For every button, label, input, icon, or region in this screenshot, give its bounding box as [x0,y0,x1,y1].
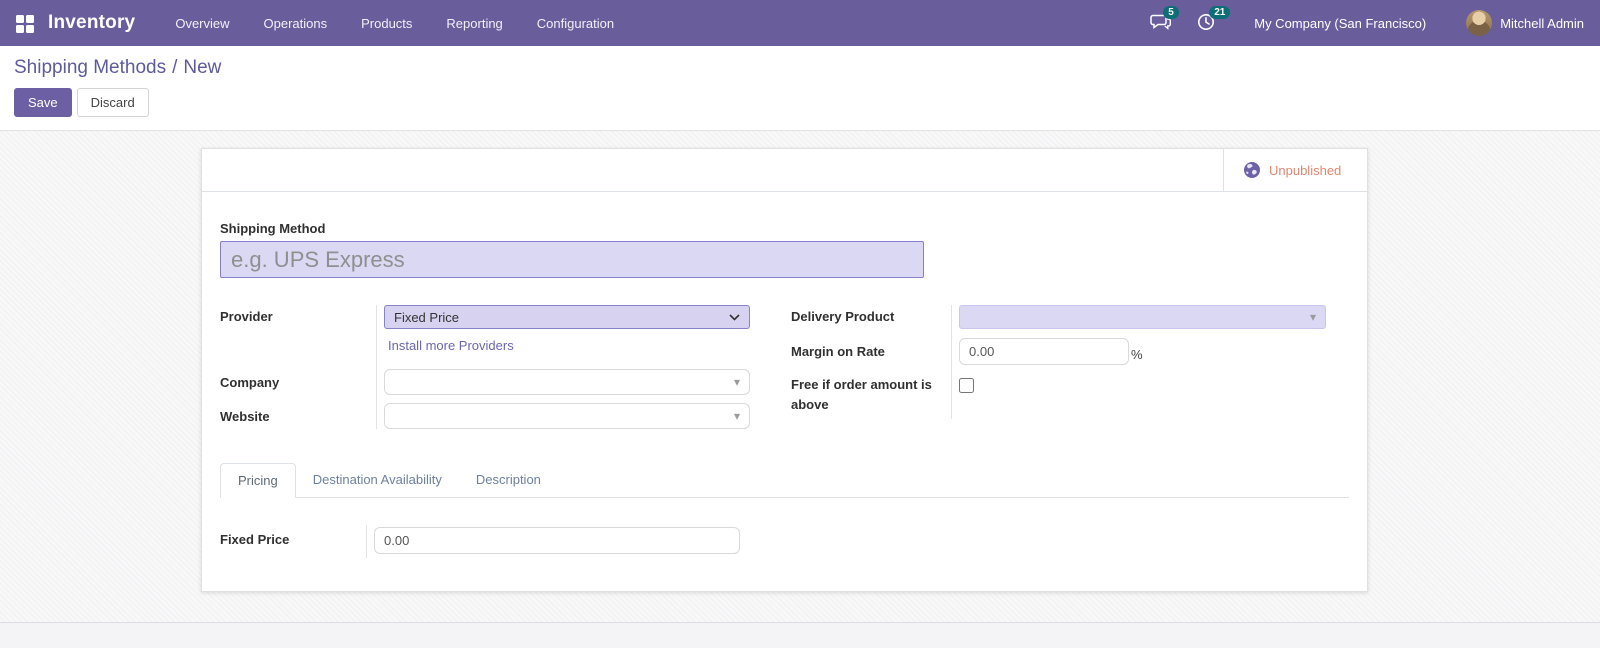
fixed-price-input[interactable] [374,527,740,554]
apps-grid-icon[interactable] [16,15,33,32]
install-more-providers-link[interactable]: Install more Providers [384,329,514,361]
provider-label: Provider [220,305,376,329]
pricing-tab-pane: Fixed Price [220,525,1349,558]
provider-value: Fixed Price [394,310,459,325]
menu-operations[interactable]: Operations [264,16,328,31]
control-panel: Shipping Methods / New Save Discard [0,46,1600,131]
provider-select[interactable]: Fixed Price [384,305,750,329]
user-name: Mitchell Admin [1500,16,1584,31]
company-label: Company [220,361,376,395]
left-group: Provider Fixed Price [220,305,749,429]
breadcrumb: Shipping Methods / New [14,57,1600,79]
notebook-tabs: Pricing Destination Availability Descrip… [220,463,1349,498]
main-menus: Overview Operations Products Reporting C… [175,16,614,31]
percent-suffix: % [1131,341,1143,362]
save-button[interactable]: Save [14,88,72,117]
fixed-price-row: Fixed Price [220,525,1349,558]
menu-configuration[interactable]: Configuration [537,16,614,31]
activities-badge: 21 [1209,6,1230,19]
form-sheet: Unpublished Shipping Method Provider Fix… [201,148,1368,592]
user-menu[interactable]: Mitchell Admin [1466,10,1584,36]
free-if-order-checkbox[interactable] [959,378,974,393]
margin-on-rate-label: Margin on Rate [791,329,951,365]
delivery-product-label: Delivery Product [791,305,951,329]
margin-on-rate-input[interactable] [959,338,1129,365]
company-field[interactable]: ▾ [384,369,750,395]
grid-square [26,25,34,33]
shipping-method-block: Shipping Method [220,221,1349,278]
website-row: Website ▾ [220,395,749,429]
tab-destination-availability[interactable]: Destination Availability [296,463,459,497]
caret-down-icon: ▾ [734,376,740,388]
caret-down-icon: ▾ [1310,311,1316,323]
grid-square [16,25,24,33]
delivery-product-row: Delivery Product ▾ [791,305,1336,329]
sheet-body: Shipping Method Provider Fixed Price [202,221,1367,558]
caret-down-icon: ▾ [734,410,740,422]
shipping-method-label: Shipping Method [220,221,1349,236]
control-panel-buttons: Save Discard [14,88,1600,117]
tab-pricing[interactable]: Pricing [220,463,296,498]
fixed-price-label: Fixed Price [220,525,366,558]
app-name[interactable]: Inventory [48,12,135,34]
form-groups: Provider Fixed Price [220,305,1349,429]
content-area: Unpublished Shipping Method Provider Fix… [0,131,1600,622]
breadcrumb-shipping-methods[interactable]: Shipping Methods [14,57,166,78]
form-statusbar: Unpublished [202,149,1367,192]
install-providers-row: Install more Providers [220,329,749,361]
website-field[interactable]: ▾ [384,403,750,429]
right-group: Delivery Product ▾ Margin on Rate % [791,305,1336,429]
company-row: Company ▾ [220,361,749,395]
tab-description[interactable]: Description [459,463,558,497]
free-if-order-label: Free if order amount is above [791,365,951,419]
free-if-order-row: Free if order amount is above [791,365,1336,419]
breadcrumb-new: New [183,57,221,78]
select-chevron-icon [729,314,740,321]
breadcrumb-separator: / [172,57,177,78]
menu-products[interactable]: Products [361,16,412,31]
delivery-product-field[interactable]: ▾ [959,305,1326,329]
publish-status-label: Unpublished [1269,163,1341,178]
publish-status-button[interactable]: Unpublished [1223,149,1367,191]
discard-button[interactable]: Discard [77,88,149,117]
shipping-method-input[interactable] [220,241,924,278]
globe-icon [1243,161,1261,179]
provider-row: Provider Fixed Price [220,305,749,329]
company-switcher[interactable]: My Company (San Francisco) [1254,16,1426,31]
margin-on-rate-row: Margin on Rate % [791,329,1336,365]
messages-button[interactable]: 5 [1150,12,1174,34]
grid-square [26,15,34,23]
messages-badge: 5 [1163,6,1179,19]
menu-reporting[interactable]: Reporting [446,16,502,31]
website-label: Website [220,395,376,429]
menu-overview[interactable]: Overview [175,16,229,31]
navbar-right: 5 21 My Company (San Francisco) Mitchell… [1128,10,1584,36]
activities-button[interactable]: 21 [1196,12,1220,34]
grid-square [16,15,24,23]
user-avatar [1466,10,1492,36]
top-navbar: Inventory Overview Operations Products R… [0,0,1600,46]
bottom-strip [0,622,1600,648]
